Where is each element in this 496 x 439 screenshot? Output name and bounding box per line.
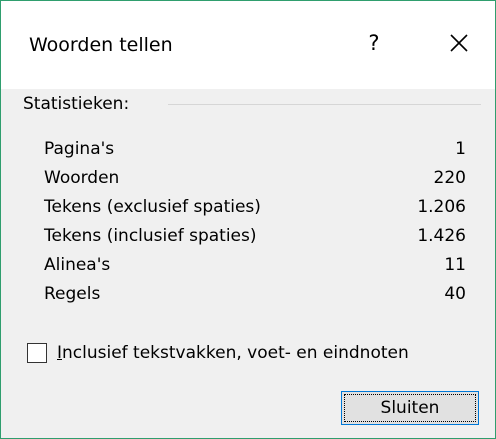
stat-value: 220 <box>433 168 466 188</box>
close-window-button[interactable] <box>441 25 477 61</box>
stat-value: 1.426 <box>417 226 466 246</box>
stat-value: 11 <box>444 255 466 275</box>
stat-value: 1.206 <box>417 197 466 217</box>
statistics-heading: Statistieken: <box>23 94 130 114</box>
include-textboxes-checkbox[interactable] <box>27 343 47 363</box>
stat-value: 40 <box>444 284 466 304</box>
stat-row-characters-no-spaces: Tekens (exclusief spaties) 1.206 <box>44 195 466 224</box>
stat-label: Woorden <box>44 168 120 188</box>
stat-row-paragraphs: Alinea's 11 <box>44 253 466 282</box>
stat-label: Tekens (exclusief spaties) <box>44 197 261 217</box>
title-bar: Woorden tellen ? <box>1 1 495 89</box>
close-button[interactable]: Sluiten <box>341 391 479 425</box>
stat-row-words: Woorden 220 <box>44 166 466 195</box>
word-count-dialog: Woorden tellen ? Statistieken: Pagina's … <box>0 0 496 439</box>
group-divider <box>168 104 481 105</box>
label-text: nclusief tekstvakken, voet- en eindnoten <box>62 343 409 363</box>
stat-row-pages: Pagina's 1 <box>44 137 466 166</box>
close-button-label: Sluiten <box>344 394 476 422</box>
stat-label: Pagina's <box>44 139 115 159</box>
stat-label: Regels <box>44 284 101 304</box>
close-icon <box>450 34 468 52</box>
stat-row-characters-with-spaces: Tekens (inclusief spaties) 1.426 <box>44 224 466 253</box>
include-textboxes-option[interactable]: Inclusief tekstvakken, voet- en eindnote… <box>27 341 409 365</box>
stat-label: Tekens (inclusief spaties) <box>44 226 257 246</box>
stat-label: Alinea's <box>44 255 111 275</box>
statistics-list: Pagina's 1 Woorden 220 Tekens (exclusief… <box>44 137 466 311</box>
help-button[interactable]: ? <box>356 25 392 61</box>
stat-value: 1 <box>455 139 466 159</box>
stat-row-lines: Regels 40 <box>44 282 466 311</box>
include-textboxes-label[interactable]: Inclusief tekstvakken, voet- en eindnote… <box>57 341 409 365</box>
dialog-title: Woorden tellen <box>29 34 173 56</box>
